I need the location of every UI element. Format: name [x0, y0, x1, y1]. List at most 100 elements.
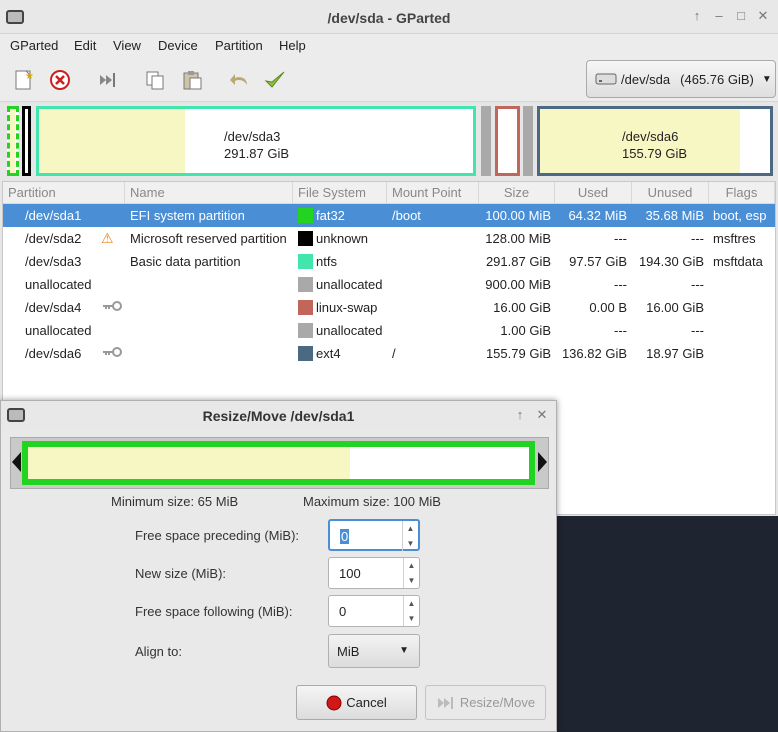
spin-arrows-icon[interactable]: ▲ ▼	[403, 558, 419, 588]
close-icon[interactable]: ✕	[756, 9, 770, 23]
table-row[interactable]: /dev/sda4 linux-swap 16.00 GiB 0.00 B 16.00 …	[3, 296, 775, 319]
keep-above-icon[interactable]: ↑	[690, 9, 704, 23]
new-icon[interactable]: ★	[10, 66, 38, 94]
disk-map-sda3-name: /dev/sda3	[224, 129, 281, 144]
left-handle-icon[interactable]	[12, 452, 21, 472]
menu-partition[interactable]: Partition	[215, 38, 263, 53]
disk-map-sda6[interactable]: /dev/sda6 155.79 GiB	[537, 106, 773, 176]
delete-icon[interactable]	[46, 66, 74, 94]
spin-arrows-icon[interactable]: ▲ ▼	[402, 521, 418, 551]
cell-partition: unallocated	[25, 277, 92, 292]
cell-name: EFI system partition	[130, 208, 245, 223]
resize-move-icon[interactable]	[93, 66, 121, 94]
cell-name: Basic data partition	[130, 254, 241, 269]
col-header-flags[interactable]: Flags	[709, 182, 775, 204]
cell-used: 136.82 GiB	[561, 346, 627, 361]
hard-disk-icon	[595, 73, 617, 85]
dialog-close-icon[interactable]: ✕	[535, 408, 549, 422]
disk-map-sda2[interactable]	[22, 106, 31, 176]
filesystem-color-swatch	[298, 277, 313, 292]
table-row[interactable]: /dev/sda3 Basic data partition ntfs 291.87 …	[3, 250, 775, 273]
key-icon	[101, 299, 123, 316]
window-title: /dev/sda - GParted	[327, 10, 451, 26]
cell-unused: 18.97 GiB	[646, 346, 704, 361]
cell-flags: msftres	[713, 231, 756, 246]
dialog-title-bar: Resize/Move /dev/sda1 ↑ ✕	[1, 401, 556, 430]
menu-device[interactable]: Device	[158, 38, 198, 53]
col-header-size[interactable]: Size	[479, 182, 555, 204]
device-name: /dev/sda	[621, 71, 671, 87]
resize-move-dialog: Resize/Move /dev/sda1 ↑ ✕ Minimum size: …	[0, 400, 557, 732]
cell-size: 900.00 MiB	[485, 277, 551, 292]
maximize-icon[interactable]: □	[734, 9, 748, 23]
resize-visualizer[interactable]	[10, 437, 549, 489]
menu-view[interactable]: View	[113, 38, 141, 53]
cell-partition: unallocated	[25, 323, 92, 338]
col-header-unused[interactable]: Unused	[632, 182, 709, 204]
cancel-icon	[326, 695, 342, 710]
align-to-label: Align to:	[135, 644, 182, 659]
right-handle-icon[interactable]	[538, 452, 547, 472]
disk-map-unallocated-1[interactable]	[481, 106, 491, 176]
cell-used: ---	[614, 277, 627, 292]
col-header-used[interactable]: Used	[555, 182, 632, 204]
free-space-preceding-label: Free space preceding (MiB):	[135, 528, 300, 543]
free-space-preceding-value: 0	[340, 529, 350, 544]
resize-move-button-label: Resize/Move	[459, 695, 536, 710]
table-row[interactable]: unallocated unallocated 1.00 GiB --- ---	[3, 319, 775, 342]
disk-map-sda4[interactable]	[495, 106, 520, 176]
col-header-mountpoint[interactable]: Mount Point	[387, 182, 479, 204]
table-row[interactable]: /dev/sda6 ext4/155.79 GiB 136.82 GiB 18.97 …	[3, 342, 775, 365]
maximum-size-label: Maximum size: 100 MiB	[303, 494, 441, 509]
resize-move-button[interactable]: Resize/Move	[425, 685, 546, 720]
undo-icon[interactable]	[226, 66, 254, 94]
col-header-filesystem[interactable]: File System	[293, 182, 387, 204]
cell-fs: fat32	[316, 208, 345, 223]
menu-help[interactable]: Help	[279, 38, 306, 53]
col-header-name[interactable]: Name	[125, 182, 293, 204]
cell-mount: /boot	[392, 208, 421, 223]
cell-size: 16.00 GiB	[493, 300, 551, 315]
free-space-following-label: Free space following (MiB):	[135, 604, 293, 619]
table-row[interactable]: /dev/sda1 EFI system partition fat32/boot 1…	[3, 204, 775, 227]
paste-icon[interactable]	[178, 66, 206, 94]
disk-map-sda1[interactable]	[7, 106, 19, 176]
filesystem-color-swatch	[298, 346, 313, 361]
col-header-partition[interactable]: Partition	[3, 182, 125, 204]
cell-fs: unallocated	[316, 323, 383, 338]
cell-used: ---	[614, 323, 627, 338]
free-space-preceding-input[interactable]: 0 ▲ ▼	[328, 519, 420, 551]
desktop-background	[557, 535, 778, 732]
cell-fs: linux-swap	[316, 300, 378, 315]
minimize-icon[interactable]: –	[712, 9, 726, 23]
cell-size: 1.00 GiB	[500, 323, 551, 338]
cell-used: 64.32 MiB	[568, 208, 627, 223]
title-bar: /dev/sda - GParted ↑ – □ ✕	[0, 0, 778, 34]
cell-unused: ---	[691, 277, 704, 292]
copy-icon[interactable]	[141, 66, 169, 94]
table-row[interactable]: /dev/sda2 Microsoft reserved partition unk…	[3, 227, 775, 250]
filesystem-color-swatch	[298, 323, 313, 338]
warning-icon: ⚠	[101, 230, 114, 246]
spin-arrows-icon[interactable]: ▲ ▼	[403, 596, 419, 626]
disk-map-unallocated-2[interactable]	[523, 106, 533, 176]
menu-gparted[interactable]: GParted	[10, 38, 58, 53]
cancel-button[interactable]: Cancel	[296, 685, 417, 720]
new-size-input[interactable]: 100 ▲ ▼	[328, 557, 420, 589]
minimum-size-label: Minimum size: 65 MiB	[111, 494, 239, 509]
menu-edit[interactable]: Edit	[74, 38, 96, 53]
align-to-select[interactable]: MiB ▼	[328, 634, 420, 668]
table-row[interactable]: unallocated unallocated 900.00 MiB --- ---	[3, 273, 775, 296]
chevron-down-icon: ▼	[399, 645, 409, 656]
svg-text:★: ★	[25, 71, 34, 82]
filesystem-color-swatch	[298, 300, 313, 315]
apply-icon[interactable]	[261, 66, 289, 94]
new-size-value: 100	[339, 566, 361, 581]
device-selector[interactable]: /dev/sda (465.76 GiB) ▼	[586, 60, 776, 98]
dialog-keep-above-icon[interactable]: ↑	[513, 408, 527, 422]
free-space-following-value: 0	[339, 604, 347, 619]
disk-map-sda6-name: /dev/sda6	[622, 129, 679, 144]
disk-map-sda3[interactable]: /dev/sda3 291.87 GiB	[36, 106, 476, 176]
free-space-following-input[interactable]: 0 ▲ ▼	[328, 595, 420, 627]
resize-partition-block[interactable]	[22, 441, 535, 485]
